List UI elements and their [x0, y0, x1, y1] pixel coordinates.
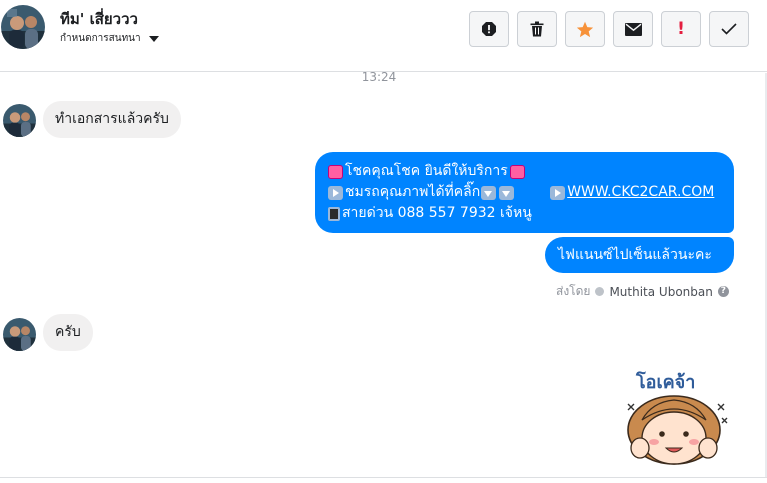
- conversation-window: ทีม' เสี่ยววว กำหนดการสนทนา ! 13:24 ทำเอ…: [0, 0, 767, 483]
- play-emoji-icon: [550, 185, 566, 200]
- action-toolbar: !: [469, 11, 749, 47]
- message-line: โชคคุณโชค ยินดีให้บริการ: [328, 161, 722, 182]
- message-text: ชมรถคุณภาพได้ที่คลิ๊ก: [345, 184, 481, 200]
- contact-avatar[interactable]: [1, 5, 45, 49]
- check-circle-icon: [595, 287, 605, 296]
- check-icon: [721, 23, 737, 35]
- spam-icon: [482, 22, 496, 36]
- conversation-settings-label: กำหนดการสนทนา: [60, 33, 141, 44]
- contact-name[interactable]: ทีม' เสี่ยววว: [60, 7, 138, 31]
- sent-by-name[interactable]: Muthita Ubonban: [609, 285, 712, 299]
- sent-by-label: ส่งโดย: [556, 284, 591, 298]
- star-icon: [576, 21, 594, 37]
- phone-emoji-icon: [328, 206, 340, 221]
- delete-button[interactable]: [517, 11, 557, 47]
- website-link[interactable]: WWW.CKC2CAR.COM: [567, 182, 714, 203]
- play-emoji-icon: [328, 185, 343, 200]
- composer-divider: [0, 477, 767, 483]
- ok-sticker[interactable]: โอเคจ้า: [614, 368, 734, 466]
- outgoing-message[interactable]: ไฟแนนซ์ไปเซ็นแล้วนะคะ: [545, 237, 734, 273]
- done-button[interactable]: [709, 11, 749, 47]
- down-arrow-emoji-icon: [499, 185, 515, 200]
- conversation-settings-dropdown[interactable]: กำหนดการสนทนา: [60, 31, 159, 46]
- message-line: สายด่วน 088 557 7932 เจ้หนู: [328, 203, 722, 224]
- help-icon[interactable]: ?: [717, 286, 729, 297]
- message-text: สายด่วน 088 557 7932 เจ้หนู: [342, 205, 532, 221]
- message-timestamp: 13:24: [361, 70, 397, 84]
- outgoing-message[interactable]: โชคคุณโชค ยินดีให้บริการ ชมรถคุณภาพได้ที…: [315, 152, 734, 233]
- important-icon: !: [677, 18, 685, 39]
- sender-avatar[interactable]: [3, 104, 36, 137]
- sent-by-info: ส่งโดย Muthita Ubonban ?: [556, 282, 729, 301]
- sticker-text: โอเคจ้า: [635, 371, 695, 393]
- sender-avatar[interactable]: [3, 318, 36, 351]
- message-line: ชมรถคุณภาพได้ที่คลิ๊ก WWW.CKC2CAR.COM: [328, 182, 722, 203]
- message-text: โชคคุณโชค ยินดีให้บริการ: [345, 163, 508, 179]
- incoming-message[interactable]: ทำเอกสารแล้วครับ: [43, 101, 181, 138]
- spam-button[interactable]: [469, 11, 509, 47]
- down-arrow-emoji-icon: [481, 185, 497, 200]
- caret-down-icon: [148, 36, 159, 42]
- trash-icon: [530, 21, 544, 37]
- star-button[interactable]: [565, 11, 605, 47]
- incoming-message[interactable]: ครับ: [43, 314, 93, 351]
- envelope-icon: [624, 22, 642, 36]
- hot-springs-emoji-icon: [509, 164, 525, 179]
- hot-springs-emoji-icon: [328, 164, 343, 179]
- mark-unread-button[interactable]: [613, 11, 653, 47]
- conversation-header: ทีม' เสี่ยววว กำหนดการสนทนา !: [0, 0, 767, 72]
- important-button[interactable]: !: [661, 11, 701, 47]
